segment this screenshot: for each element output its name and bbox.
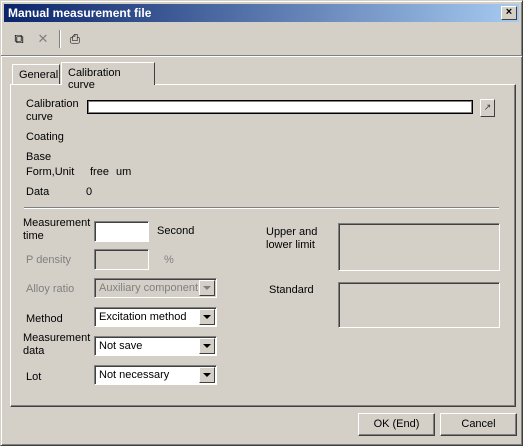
method-label: Method <box>26 313 63 325</box>
tab-calibration-curve[interactable]: Calibration curve <box>61 62 155 91</box>
chevron-down-icon[interactable] <box>199 309 215 325</box>
close-button[interactable]: × <box>501 6 517 20</box>
alloy-ratio-select: Auxiliary component <box>94 278 217 298</box>
calibration-curve-label-1: Calibration <box>26 98 79 110</box>
measurement-time-label-2: time <box>23 230 44 242</box>
section-divider <box>24 207 499 209</box>
data-value: 0 <box>86 186 93 198</box>
measurement-data-label-1: Measurement <box>23 332 91 344</box>
upper-lower-limit-box[interactable] <box>338 223 500 271</box>
unit-value: um <box>116 166 132 178</box>
form-unit-label: Form,Unit <box>26 166 75 178</box>
delete-x-icon: ✕ <box>37 31 49 46</box>
measurement-time-label-1: Measurement <box>23 217 91 229</box>
standard-label: Standard <box>269 284 314 296</box>
lot-value: Not necessary <box>99 369 170 381</box>
calibration-curve-label-2: curve <box>26 111 53 123</box>
dialog-window: Manual measurement file × ⧉ ✕ ⎙ General … <box>0 0 523 446</box>
upper-lower-limit-label-2: lower limit <box>266 239 315 251</box>
form-value: free <box>90 166 109 178</box>
toolbar: ⧉ ✕ ⎙ <box>7 28 517 50</box>
lot-select[interactable]: Not necessary <box>94 365 217 385</box>
lot-label: Lot <box>26 371 42 383</box>
delete-button[interactable]: ✕ <box>33 30 53 48</box>
measurement-data-select[interactable]: Not save <box>94 336 217 356</box>
p-density-unit: % <box>164 254 174 266</box>
chevron-down-icon[interactable] <box>199 367 215 383</box>
window-title: Manual measurement file <box>8 6 152 20</box>
coating-label: Coating <box>26 131 64 143</box>
data-label: Data <box>26 186 50 198</box>
cancel-button[interactable]: Cancel <box>440 413 517 436</box>
tab-general[interactable]: General <box>12 64 60 84</box>
measurement-data-label-2: data <box>23 345 45 357</box>
p-density-input <box>94 249 149 270</box>
title-bar: Manual measurement file × <box>4 4 519 22</box>
p-density-label: P density <box>26 254 72 266</box>
standard-box[interactable] <box>338 282 500 328</box>
alloy-ratio-value: Auxiliary component <box>99 282 199 294</box>
close-icon: × <box>505 6 513 18</box>
base-label: Base <box>26 151 52 163</box>
ok-end-button[interactable]: OK (End) <box>358 413 435 436</box>
printer-icon: ⎙ <box>69 31 81 46</box>
copy-button[interactable]: ⧉ <box>9 30 29 48</box>
upper-lower-limit-label-1: Upper and <box>266 226 318 238</box>
browse-arrow-icon: ↗ <box>483 102 492 112</box>
print-button[interactable]: ⎙ <box>65 30 85 48</box>
measurement-data-value: Not save <box>99 340 143 352</box>
calibration-browse-button[interactable]: ↗ <box>480 99 495 117</box>
measurement-time-input[interactable] <box>94 221 149 242</box>
calibration-curve-field[interactable] <box>87 100 473 114</box>
time-unit-label: Second <box>157 225 195 237</box>
toolbar-divider <box>1 55 522 57</box>
alloy-ratio-label: Alloy ratio <box>26 283 75 295</box>
chevron-down-icon[interactable] <box>199 338 215 354</box>
chevron-down-icon <box>199 280 215 296</box>
method-value: Excitation method <box>99 311 187 323</box>
toolbar-separator <box>59 30 61 48</box>
method-select[interactable]: Excitation method <box>94 307 217 327</box>
copy-icon: ⧉ <box>14 31 24 46</box>
